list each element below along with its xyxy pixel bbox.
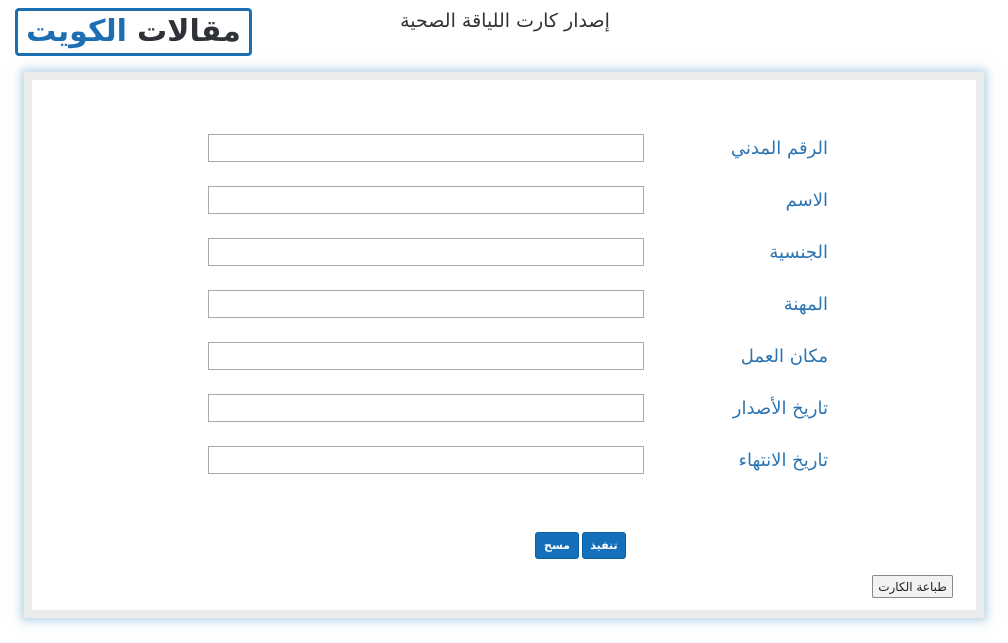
nationality-label: الجنسية bbox=[668, 242, 828, 263]
name-label-text: الاسم bbox=[785, 190, 828, 211]
workplace-label-text: مكان العمل bbox=[740, 346, 828, 367]
form-row-civil-id: الرقم المدني bbox=[32, 134, 976, 164]
workplace-input[interactable] bbox=[208, 342, 644, 370]
issue-date-label-text: تاريخ الأصدار bbox=[732, 398, 828, 419]
nationality-input[interactable] bbox=[208, 238, 644, 266]
issue-date-input[interactable] bbox=[208, 394, 644, 422]
form-frame: الرقم المدني الاسم الجنسية المهنة مكان ا bbox=[24, 72, 984, 618]
logo-word-articles: مقالات bbox=[136, 14, 241, 49]
expiry-date-label-text: تاريخ الانتهاء bbox=[738, 450, 829, 471]
form-row-issue-date: تاريخ الأصدار bbox=[32, 394, 976, 424]
workplace-label: مكان العمل bbox=[668, 346, 828, 367]
nationality-label-text: الجنسية bbox=[769, 242, 828, 263]
civil-id-input[interactable] bbox=[208, 134, 644, 162]
civil-id-label: الرقم المدني bbox=[668, 138, 828, 159]
profession-input[interactable] bbox=[208, 290, 644, 318]
print-card-button[interactable]: طباعة الكارت bbox=[872, 575, 953, 598]
profession-label-text: المهنة bbox=[783, 294, 828, 315]
expiry-date-input[interactable] bbox=[208, 446, 644, 474]
name-input[interactable] bbox=[208, 186, 644, 214]
issue-date-label: تاريخ الأصدار bbox=[668, 398, 828, 419]
execute-button[interactable]: تنفيذ bbox=[582, 532, 626, 559]
civil-id-label-text: الرقم المدني bbox=[730, 138, 828, 159]
form-row-workplace: مكان العمل bbox=[32, 342, 976, 372]
form-row-expiry-date: تاريخ الانتهاء bbox=[32, 446, 976, 476]
name-label: الاسم bbox=[668, 190, 828, 211]
form-row-profession: المهنة bbox=[32, 290, 976, 320]
form-row-name: الاسم bbox=[32, 186, 976, 216]
page-title: إصدار كارت اللياقة الصحية bbox=[400, 10, 610, 32]
logo-word-kuwait: الكويت bbox=[26, 14, 127, 49]
form-row-nationality: الجنسية bbox=[32, 238, 976, 268]
site-logo: مقالات الكويت bbox=[15, 8, 252, 56]
profession-label: المهنة bbox=[668, 294, 828, 315]
clear-button[interactable]: مسح bbox=[535, 532, 579, 559]
form-panel: الرقم المدني الاسم الجنسية المهنة مكان ا bbox=[32, 80, 976, 610]
expiry-date-label: تاريخ الانتهاء bbox=[668, 450, 829, 471]
